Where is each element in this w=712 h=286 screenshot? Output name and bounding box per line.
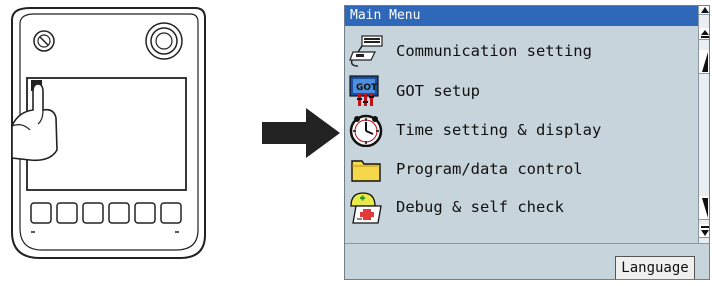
menu-item-program-data[interactable]: Program/data control: [347, 151, 692, 187]
emergency-stop-icon: [145, 22, 183, 60]
language-button[interactable]: Language: [615, 256, 695, 279]
bottom-bar: Language: [345, 243, 709, 279]
right-arrow-icon: [262, 108, 342, 158]
scroll-page-up-button[interactable]: [699, 28, 709, 40]
menu-item-got-setup[interactable]: GOT GOT setup: [347, 73, 692, 109]
folder-icon: [347, 151, 385, 187]
scroll-down-button[interactable]: [699, 196, 709, 220]
menu-item-time-setting[interactable]: Time setting & display: [347, 112, 692, 148]
menu-item-label: GOT setup: [396, 82, 480, 100]
scroll-top-button[interactable]: [699, 6, 709, 15]
menu-item-communication[interactable]: Communication setting: [347, 33, 692, 69]
got-device-illustration: [0, 0, 220, 282]
menu-item-label: Debug & self check: [396, 198, 564, 216]
debug-icon: [347, 189, 385, 225]
menu-item-label: Time setting & display: [396, 121, 602, 139]
scroll-page-down-button[interactable]: [699, 224, 709, 238]
clock-icon: [347, 112, 385, 148]
scroll-up-button[interactable]: [699, 50, 709, 74]
title-bar: Main Menu: [345, 6, 698, 26]
main-menu-screen: Main Menu Communication setting GOT GOT …: [344, 5, 710, 280]
menu-item-debug[interactable]: Debug & self check: [347, 189, 692, 225]
scrollbar[interactable]: [698, 6, 709, 243]
menu-item-label: Communication setting: [396, 42, 592, 60]
key-switch-icon: [33, 30, 55, 52]
communication-icon: [347, 33, 385, 69]
got-setup-icon: GOT: [347, 73, 385, 109]
svg-text:GOT: GOT: [356, 83, 378, 93]
menu-item-label: Program/data control: [396, 160, 583, 178]
